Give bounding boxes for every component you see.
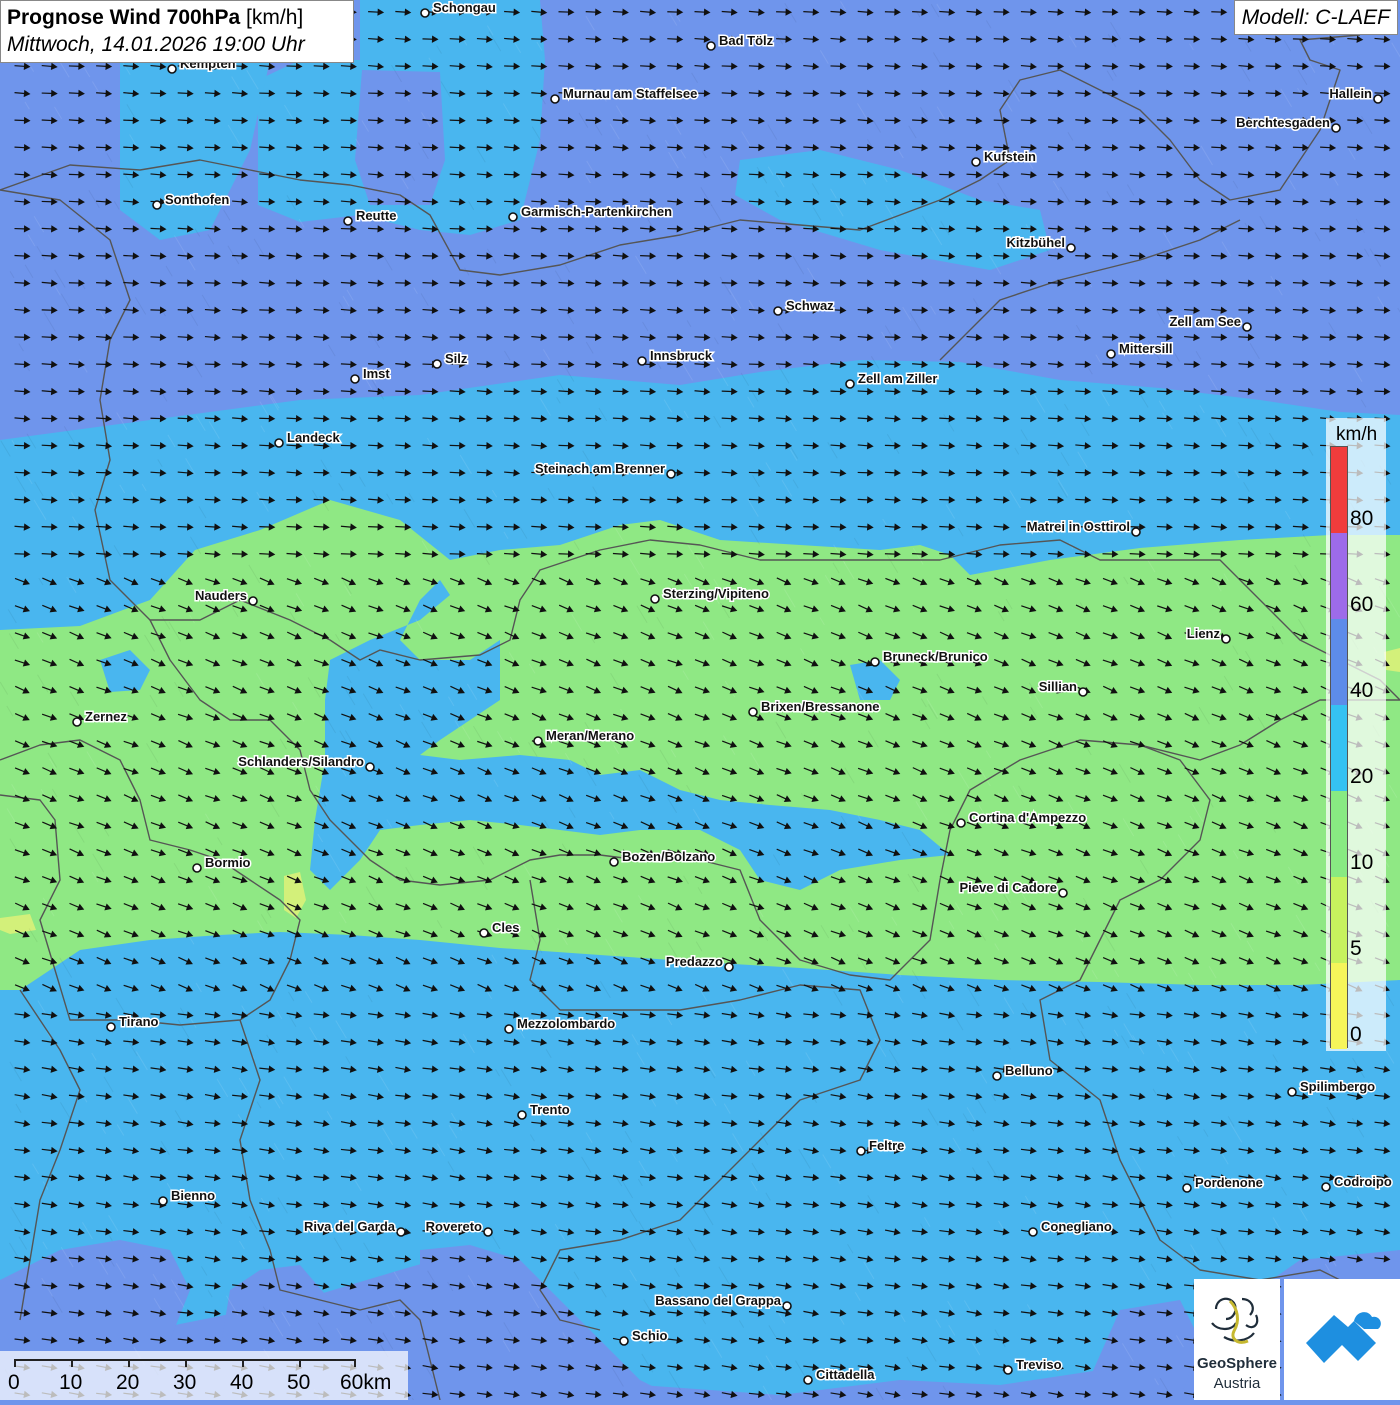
wind-map: SchongauBad TölzKemptenMurnau am Staffel…: [0, 0, 1400, 1400]
wind-zone-10-20: [0, 500, 1400, 990]
